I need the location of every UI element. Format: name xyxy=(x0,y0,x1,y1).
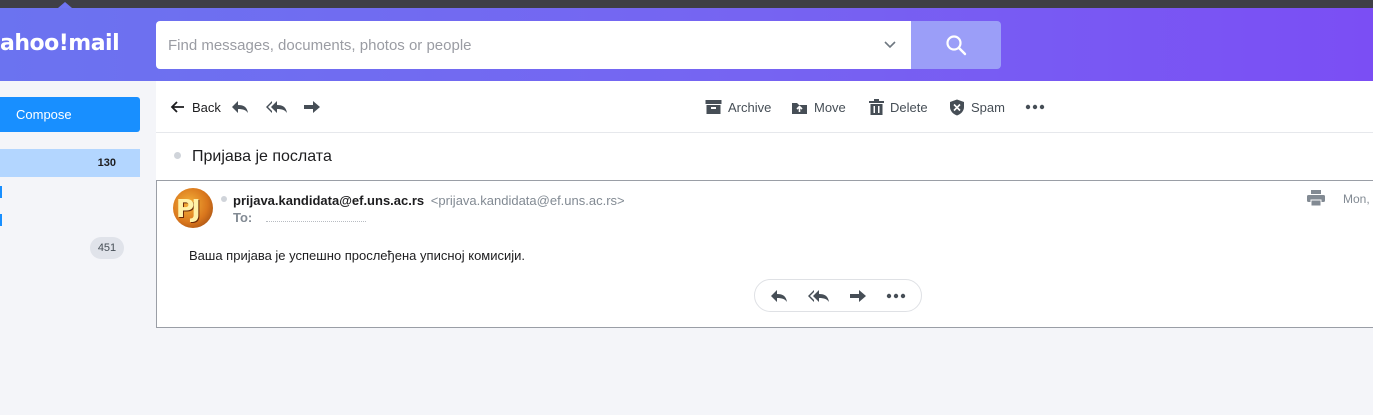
yahoo-mail-logo[interactable]: ahoo!mail xyxy=(0,29,120,59)
print-icon[interactable] xyxy=(1307,190,1325,206)
reply-all-button[interactable] xyxy=(265,81,289,133)
message-card: PJ prijava.kandidata@ef.uns.ac.rs <prija… xyxy=(156,180,1373,328)
inline-reply-all-button[interactable] xyxy=(807,280,831,311)
window-top-strip xyxy=(0,0,1373,8)
inline-forward-button[interactable] xyxy=(848,280,868,311)
sender-avatar[interactable]: PJ xyxy=(173,188,213,228)
arrow-left-icon xyxy=(170,101,184,113)
inbox-unread-count: 130 xyxy=(97,157,116,169)
sidebar-item-marker[interactable] xyxy=(0,186,2,198)
back-label: Back xyxy=(192,99,221,115)
archive-icon xyxy=(705,100,722,114)
delete-button[interactable]: Delete xyxy=(869,81,928,133)
sidebar-item-marker[interactable] xyxy=(0,214,2,226)
sender-status-dot xyxy=(221,196,227,202)
inline-actions xyxy=(754,279,922,312)
archive-button[interactable]: Archive xyxy=(705,81,771,133)
recipient-redacted xyxy=(266,216,367,222)
subject-bar: Пријава је послата xyxy=(156,133,1373,180)
inline-more-button[interactable] xyxy=(886,280,906,311)
move-label: Move xyxy=(814,99,846,115)
spam-shield-icon xyxy=(950,99,964,115)
move-icon xyxy=(792,103,807,114)
search-input[interactable] xyxy=(168,36,868,54)
reply-all-icon xyxy=(808,289,829,302)
message-view: Back Archive Move Delete Spam Пријава је… xyxy=(156,81,1373,415)
trash-icon xyxy=(869,99,884,115)
read-status-dot[interactable] xyxy=(174,152,181,159)
spam-button[interactable]: Spam xyxy=(949,81,1005,133)
to-label: To: xyxy=(233,210,253,225)
forward-icon xyxy=(850,289,866,302)
sidebar-item-inbox[interactable]: 130 xyxy=(0,149,140,177)
forward-icon xyxy=(304,101,320,113)
chevron-down-icon[interactable] xyxy=(883,37,897,51)
inline-reply-button[interactable] xyxy=(769,280,789,311)
archive-label: Archive xyxy=(728,99,772,115)
avatar-initials: PJ xyxy=(176,194,201,223)
delete-label: Delete xyxy=(890,99,928,115)
move-button[interactable]: Move xyxy=(791,81,846,133)
message-body: Ваша пријава је успешно прослеђена уписн… xyxy=(189,248,526,263)
sidebar: Compose 130 451 xyxy=(0,81,148,415)
back-button[interactable]: Back xyxy=(170,81,221,133)
message-date: Mon, xyxy=(1343,192,1370,206)
more-dots-icon xyxy=(1025,104,1045,110)
compose-button[interactable]: Compose xyxy=(0,97,140,132)
app-header: ahoo!mail xyxy=(0,8,1373,81)
search-button[interactable] xyxy=(911,21,1001,69)
forward-button[interactable] xyxy=(302,81,322,133)
sender-name[interactable]: prijava.kandidata@ef.uns.ac.rs xyxy=(233,193,424,208)
message-toolbar: Back Archive Move Delete Spam xyxy=(156,81,1373,133)
sender-email: <prijava.kandidata@ef.uns.ac.rs> xyxy=(430,193,625,208)
reply-icon xyxy=(232,101,248,113)
reply-all-icon xyxy=(266,101,287,113)
reply-button[interactable] xyxy=(230,81,250,133)
search-box xyxy=(156,21,911,69)
more-dots-icon xyxy=(886,293,906,298)
recipient-line: To: xyxy=(233,210,367,225)
search-icon xyxy=(946,35,967,56)
spam-label: Spam xyxy=(971,99,1005,115)
more-actions-button[interactable] xyxy=(1025,81,1045,133)
message-subject: Пријава је послата xyxy=(192,148,332,165)
sender-line[interactable]: prijava.kandidata@ef.uns.ac.rs <prijava.… xyxy=(233,193,625,208)
folder-count-badge: 451 xyxy=(90,237,124,259)
reply-icon xyxy=(771,289,787,302)
